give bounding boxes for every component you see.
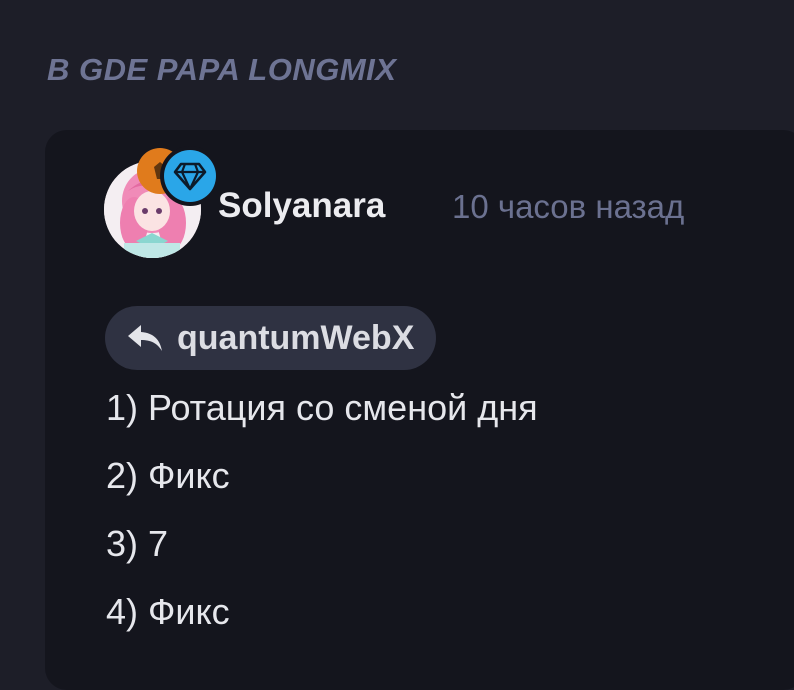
comment-line: 4) Фикс — [106, 591, 230, 632]
section-title: В GDE PAPA LONGMIX — [47, 52, 397, 87]
diamond-icon — [173, 162, 207, 191]
author-avatar-group[interactable] — [104, 146, 222, 258]
comment-line: 1) Ротация со сменой дня — [106, 387, 538, 428]
author-name[interactable]: Solyanara — [218, 186, 385, 226]
comment-line: 3) 7 — [106, 523, 169, 564]
reply-arrow-icon — [125, 321, 165, 355]
comment-line: 2) Фикс — [106, 455, 230, 496]
reply-to-username: quantumWebX — [177, 318, 415, 357]
comment-timestamp: 10 часов назад — [452, 188, 685, 225]
premium-badge — [160, 146, 220, 206]
comment-body: 1) Ротация со сменой дня 2) Фикс 3) 7 4)… — [106, 385, 538, 657]
reply-to-chip[interactable]: quantumWebX — [105, 306, 437, 370]
